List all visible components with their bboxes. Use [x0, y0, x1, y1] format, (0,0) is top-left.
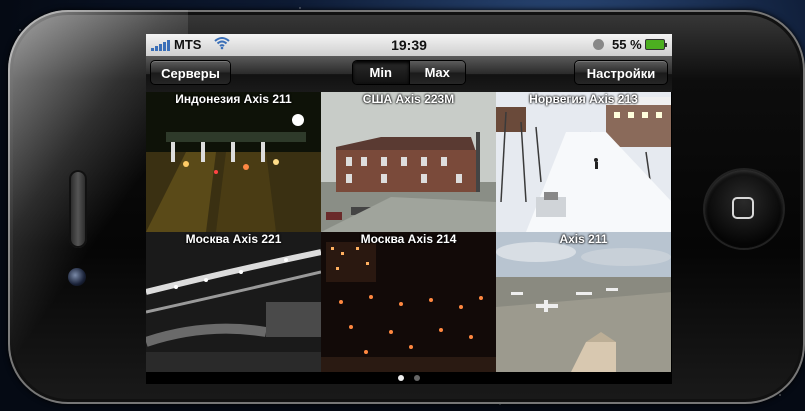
servers-button[interactable]: Серверы [150, 60, 231, 85]
camera-tile[interactable]: Индонезия Axis 211 [146, 92, 321, 232]
camera-feed-image [321, 232, 496, 372]
camera-tile[interactable]: США Axis 223M [321, 92, 496, 232]
camera-title: США Axis 223M [362, 92, 455, 106]
camera-tile[interactable]: Axis 211 [496, 232, 671, 372]
camera-title: Москва Axis 214 [360, 232, 457, 246]
page-indicator[interactable] [146, 372, 672, 384]
page-dot-active [398, 375, 404, 381]
battery-icon [645, 39, 667, 50]
camera-feed-image [146, 92, 321, 232]
segment-min[interactable]: Min [353, 61, 409, 84]
front-camera [68, 268, 86, 286]
nav-bar: Серверы Min Max Настройки [146, 56, 672, 92]
camera-tile[interactable]: Москва Axis 221 [146, 232, 321, 372]
camera-title: Axis 211 [559, 232, 608, 246]
camera-tile[interactable]: Норвегия Axis 213 [496, 92, 671, 232]
camera-feed-image [496, 92, 671, 232]
camera-tile[interactable]: Москва Axis 214 [321, 232, 496, 372]
camera-grid: Индонезия Axis 211 США Axis 223M Норвеги… [146, 92, 672, 372]
camera-title: Индонезия Axis 211 [175, 92, 292, 106]
camera-feed-image [321, 92, 496, 232]
home-square-icon [732, 197, 754, 219]
segment-max[interactable]: Max [408, 61, 465, 84]
page-dot [414, 375, 420, 381]
camera-feed-image [146, 232, 321, 372]
camera-title: Норвегия Axis 213 [529, 92, 638, 106]
camera-feed-image [496, 232, 671, 372]
camera-title: Москва Axis 221 [185, 232, 282, 246]
size-segmented-control: Min Max [352, 60, 466, 85]
phone-screen: MTS 19:39 55 % Серверы Min Max Настройки [146, 34, 672, 384]
phone-speaker [69, 170, 87, 248]
status-bar: MTS 19:39 55 % [146, 34, 672, 56]
rotation-lock-icon [593, 39, 604, 50]
settings-button[interactable]: Настройки [574, 60, 668, 85]
battery-percent: 55 % [612, 37, 642, 52]
home-button[interactable] [705, 170, 783, 248]
